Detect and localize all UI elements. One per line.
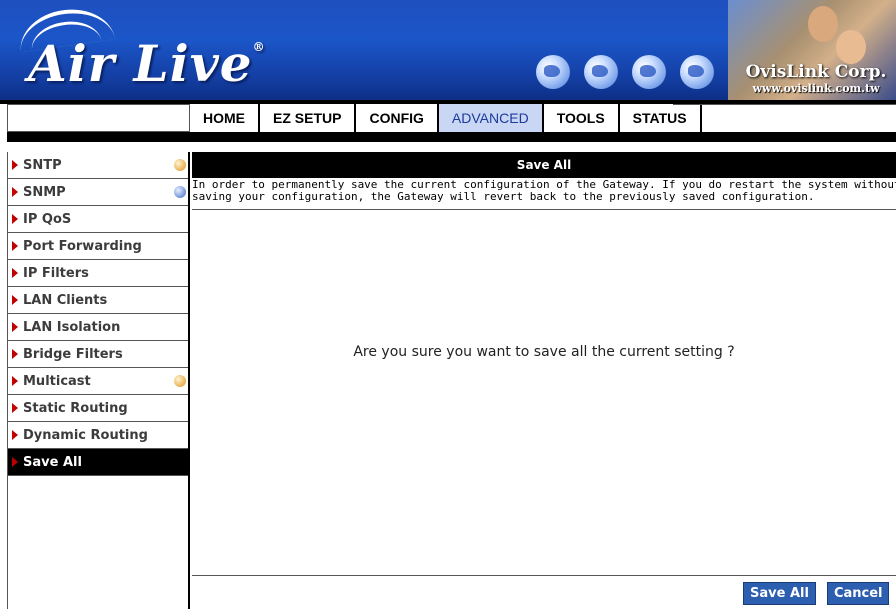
sidebar-item-sntp[interactable]: SNTP	[8, 152, 188, 179]
sidebar-item-static-routing[interactable]: Static Routing	[8, 395, 188, 422]
sidebar-item-ip-qos[interactable]: IP QoS	[8, 206, 188, 233]
company-brand: OvisLink Corp. www.ovislink.com.tw	[738, 62, 894, 95]
arrow-right-icon	[12, 160, 18, 170]
confirm-question: Are you sure you want to save all the cu…	[353, 344, 735, 360]
page-description: In order to permanently save the current…	[192, 178, 896, 210]
action-buttons: Save All Cancel	[743, 582, 890, 605]
status-dot-icon	[174, 375, 186, 387]
globe-icon	[632, 55, 666, 89]
status-dot-icon	[174, 186, 186, 198]
tab-home[interactable]: HOME	[190, 104, 260, 132]
page-title: Save All	[192, 152, 896, 178]
sidebar-item-multicast[interactable]: Multicast	[8, 368, 188, 395]
airlive-logo: Air Live®	[28, 34, 266, 93]
arrow-right-icon	[12, 322, 18, 332]
cancel-button[interactable]: Cancel	[826, 582, 890, 605]
globe-icon	[680, 55, 714, 89]
globe-icon	[584, 55, 618, 89]
status-dot-icon	[174, 159, 186, 171]
sidebar-item-save-all[interactable]: Save All	[8, 449, 188, 476]
main-content: Save All In order to permanently save th…	[192, 152, 896, 609]
arrow-right-icon	[12, 268, 18, 278]
save-all-button[interactable]: Save All	[743, 582, 816, 605]
sidebar-item-snmp[interactable]: SNMP	[8, 179, 188, 206]
nav-bottom-border	[7, 132, 896, 142]
arrow-right-icon	[12, 457, 18, 467]
arrow-right-icon	[12, 214, 18, 224]
arrow-right-icon	[12, 376, 18, 386]
company-url: www.ovislink.com.tw	[752, 82, 880, 95]
main-nav: HOME EZ SETUP CONFIG ADVANCED TOOLS STAT…	[190, 104, 702, 132]
arrow-right-icon	[12, 430, 18, 440]
sidebar-item-lan-clients[interactable]: LAN Clients	[8, 287, 188, 314]
nav-left-spacer	[7, 104, 190, 132]
arrow-right-icon	[12, 187, 18, 197]
tab-advanced[interactable]: ADVANCED	[438, 104, 544, 132]
arrow-right-icon	[12, 349, 18, 359]
sidebar-item-dynamic-routing[interactable]: Dynamic Routing	[8, 422, 188, 449]
sidebar: SNTP SNMP IP QoS Port Forwarding IP Filt…	[7, 152, 190, 609]
globe-icons	[536, 55, 714, 89]
tab-config[interactable]: CONFIG	[356, 104, 439, 132]
nav-right-spacer	[673, 104, 896, 132]
arrow-right-icon	[12, 295, 18, 305]
sidebar-item-bridge-filters[interactable]: Bridge Filters	[8, 341, 188, 368]
arrow-right-icon	[12, 241, 18, 251]
sidebar-item-port-forwarding[interactable]: Port Forwarding	[8, 233, 188, 260]
company-name: OvisLink Corp.	[745, 62, 887, 82]
divider	[192, 575, 896, 576]
arrow-right-icon	[12, 403, 18, 413]
globe-icon	[536, 55, 570, 89]
sidebar-item-lan-isolation[interactable]: LAN Isolation	[8, 314, 188, 341]
tab-tools[interactable]: TOOLS	[543, 104, 620, 132]
tab-ez-setup[interactable]: EZ SETUP	[260, 104, 357, 132]
header-banner: Air Live® OvisLink Corp. www.ovislink.co…	[0, 0, 896, 100]
sidebar-item-ip-filters[interactable]: IP Filters	[8, 260, 188, 287]
